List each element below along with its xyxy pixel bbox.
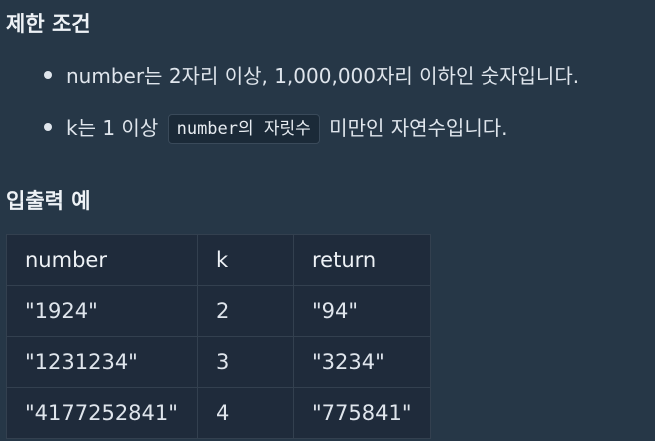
table-row: "1231234" 3 "3234" bbox=[6, 336, 431, 388]
column-header-return: return bbox=[293, 234, 431, 286]
column-header-number: number bbox=[6, 234, 198, 286]
column-header-k: k bbox=[197, 234, 294, 286]
cell-k: 4 bbox=[197, 387, 294, 439]
problem-description: 제한 조건 number는 2자리 이상, 1,000,000자리 이하인 숫자… bbox=[0, 0, 655, 441]
cell-return: "3234" bbox=[293, 336, 431, 388]
io-example-table: number k return "1924" 2 "94" "1231234" … bbox=[6, 234, 431, 439]
table-header-row: number k return bbox=[6, 234, 431, 286]
constraints-list: number는 2자리 이상, 1,000,000자리 이하인 숫자입니다. k… bbox=[0, 56, 579, 160]
cell-number: "4177252841" bbox=[6, 387, 198, 439]
cell-return: "775841" bbox=[293, 387, 431, 439]
constraint-item: number는 2자리 이상, 1,000,000자리 이하인 숫자입니다. bbox=[0, 56, 579, 108]
constraint-suffix: 미만인 자연수입니다. bbox=[329, 116, 508, 140]
bullet-dot-icon bbox=[44, 123, 52, 131]
cell-k: 3 bbox=[197, 336, 294, 388]
cell-number: "1924" bbox=[6, 285, 198, 337]
io-example-heading: 입출력 예 bbox=[6, 189, 91, 213]
inline-code: number의 자릿수 bbox=[167, 114, 320, 144]
constraint-item: k는 1 이상 number의 자릿수 미만인 자연수입니다. bbox=[0, 108, 579, 160]
bullet-dot-icon bbox=[44, 71, 52, 79]
constraint-text: number는 2자리 이상, 1,000,000자리 이하인 숫자입니다. bbox=[66, 64, 580, 88]
cell-k: 2 bbox=[197, 285, 294, 337]
constraint-prefix: k는 1 이상 bbox=[66, 116, 159, 140]
table-row: "4177252841" 4 "775841" bbox=[6, 387, 431, 439]
cell-number: "1231234" bbox=[6, 336, 198, 388]
cell-return: "94" bbox=[293, 285, 431, 337]
constraints-heading: 제한 조건 bbox=[6, 12, 91, 36]
table-row: "1924" 2 "94" bbox=[6, 285, 431, 337]
